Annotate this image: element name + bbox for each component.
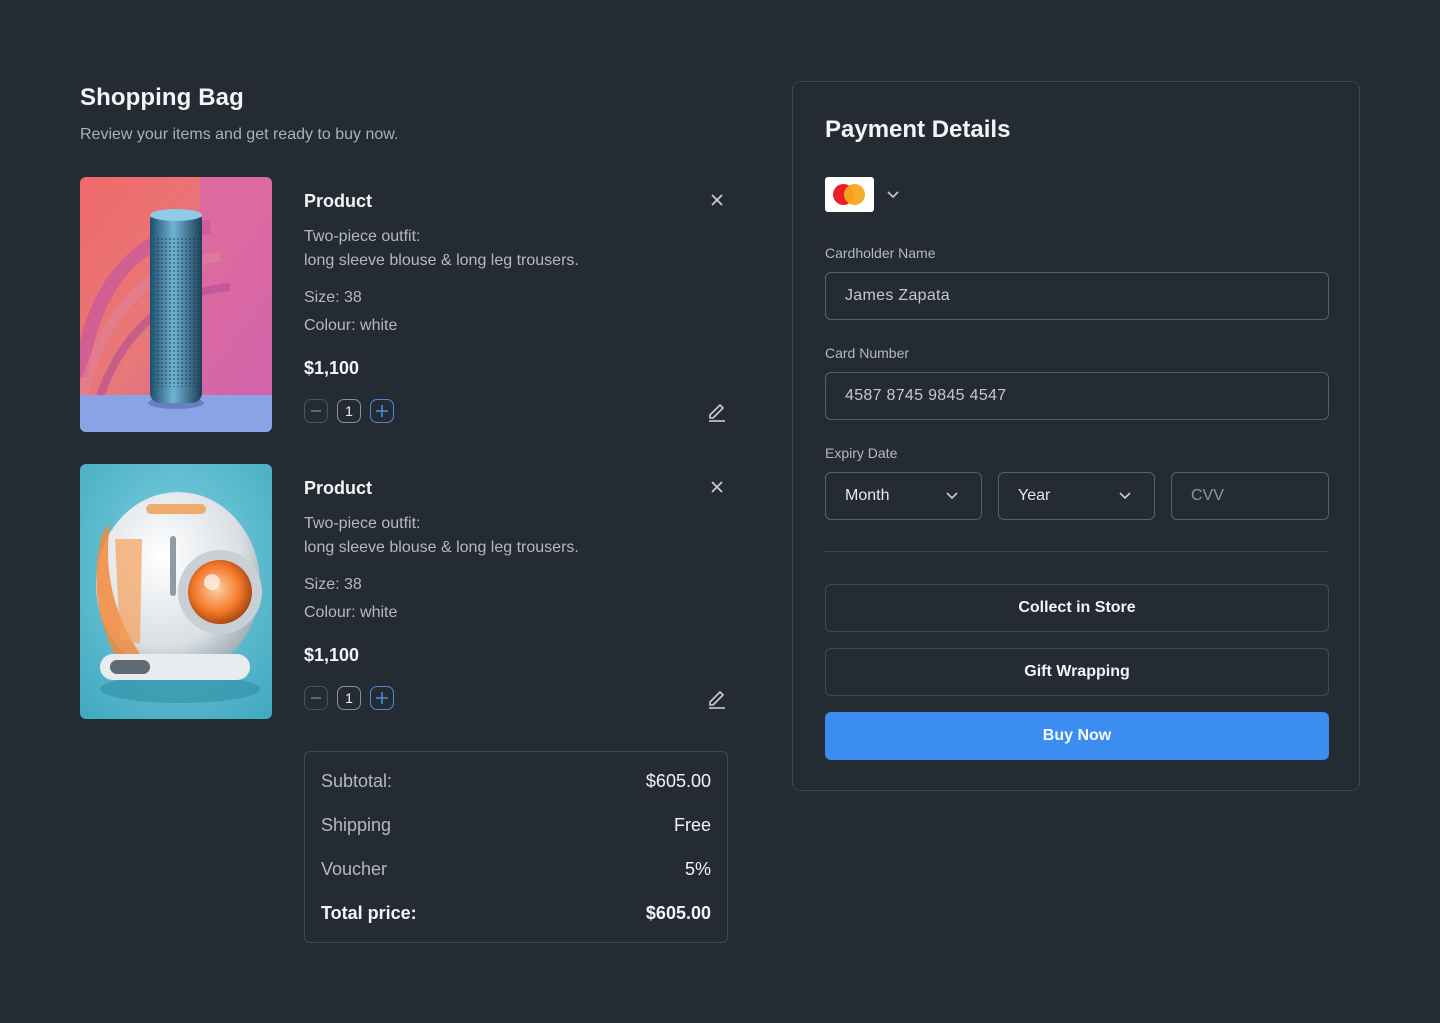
product-colour: Colour: white xyxy=(304,317,398,334)
total-label: Total price: xyxy=(321,903,417,923)
gift-wrapping-button[interactable]: Gift Wrapping xyxy=(825,648,1329,696)
month-select-label: Month xyxy=(845,487,890,504)
product-price: $1,100 xyxy=(304,645,360,665)
payment-title: Payment Details xyxy=(825,116,1011,143)
edit-icon[interactable] xyxy=(706,400,728,422)
product-description: Two-piece outfit: long sleeve blouse & l… xyxy=(304,512,684,560)
cardholder-name-label: Cardholder Name xyxy=(825,245,936,261)
voucher-value: 5% xyxy=(684,859,711,879)
minus-icon xyxy=(311,410,321,412)
increase-quantity-button[interactable] xyxy=(370,399,394,423)
cart-item: Product Two-piece outfit: long sleeve bl… xyxy=(80,177,728,433)
voucher-row: Voucher 5% xyxy=(321,859,711,880)
order-summary: Subtotal: $605.00 Shipping Free Voucher … xyxy=(304,751,728,943)
close-icon[interactable] xyxy=(708,478,726,496)
expiry-year-select[interactable]: Year xyxy=(998,472,1155,520)
decrease-quantity-button[interactable] xyxy=(304,399,328,423)
shipping-row: Shipping Free xyxy=(321,815,711,836)
expiry-month-select[interactable]: Month xyxy=(825,472,982,520)
product-description: Two-piece outfit: long sleeve blouse & l… xyxy=(304,225,684,273)
increase-quantity-button[interactable] xyxy=(370,686,394,710)
cvv-input[interactable]: CVV xyxy=(1171,472,1329,520)
year-select-label: Year xyxy=(1018,487,1051,504)
minus-icon xyxy=(311,697,321,699)
mastercard-icon xyxy=(825,177,874,212)
product-name: Product xyxy=(304,191,373,211)
subtotal-label: Subtotal: xyxy=(321,771,393,791)
subtotal-row: Subtotal: $605.00 xyxy=(321,771,711,792)
cart-item: Product Two-piece outfit: long sleeve bl… xyxy=(80,464,728,720)
buy-now-button[interactable]: Buy Now xyxy=(825,712,1329,760)
chevron-down-icon xyxy=(887,190,899,198)
product-price: $1,100 xyxy=(304,358,360,378)
product-size: Size: 38 xyxy=(304,289,362,306)
close-icon[interactable] xyxy=(708,191,726,209)
expiry-date-label: Expiry Date xyxy=(825,445,898,461)
decrease-quantity-button[interactable] xyxy=(304,686,328,710)
shipping-label: Shipping xyxy=(321,815,392,835)
divider xyxy=(825,551,1329,552)
product-description-line: long sleeve blouse & long leg trousers. xyxy=(304,539,579,556)
speaker-product-image xyxy=(80,177,272,432)
card-number-label: Card Number xyxy=(825,345,910,361)
plus-icon xyxy=(376,692,388,704)
cardholder-name-input[interactable]: James Zapata xyxy=(825,272,1329,320)
quantity-value[interactable]: 1 xyxy=(337,399,361,423)
page-subtitle: Review your items and get ready to buy n… xyxy=(80,126,399,143)
product-description-line: Two-piece outfit: xyxy=(304,228,421,245)
product-size: Size: 38 xyxy=(304,576,362,593)
shopping-bag-section: Shopping Bag Review your items and get r… xyxy=(80,84,728,943)
card-number-input[interactable]: 4587 8745 9845 4547 xyxy=(825,372,1329,420)
quantity-stepper: 1 xyxy=(304,686,394,710)
payment-panel: Payment Details Cardholder Name James Za… xyxy=(792,81,1360,791)
total-value: $605.00 xyxy=(645,903,711,923)
voucher-label: Voucher xyxy=(321,859,388,879)
plus-icon xyxy=(376,405,388,417)
page-title: Shopping Bag xyxy=(80,84,244,111)
quantity-stepper: 1 xyxy=(304,399,394,423)
subtotal-value: $605.00 xyxy=(645,771,711,791)
product-description-line: Two-piece outfit: xyxy=(304,515,421,532)
shipping-value: Free xyxy=(673,815,711,835)
product-name: Product xyxy=(304,478,373,498)
total-row: Total price: $605.00 xyxy=(321,903,711,924)
quantity-value[interactable]: 1 xyxy=(337,686,361,710)
edit-icon[interactable] xyxy=(706,687,728,709)
product-description-line: long sleeve blouse & long leg trousers. xyxy=(304,252,579,269)
chevron-down-icon xyxy=(1119,492,1131,500)
chevron-down-icon xyxy=(946,492,958,500)
robot-helmet-product-image xyxy=(80,464,272,719)
card-brand-selector[interactable] xyxy=(825,177,900,212)
collect-in-store-button[interactable]: Collect in Store xyxy=(825,584,1329,632)
product-colour: Colour: white xyxy=(304,604,398,621)
